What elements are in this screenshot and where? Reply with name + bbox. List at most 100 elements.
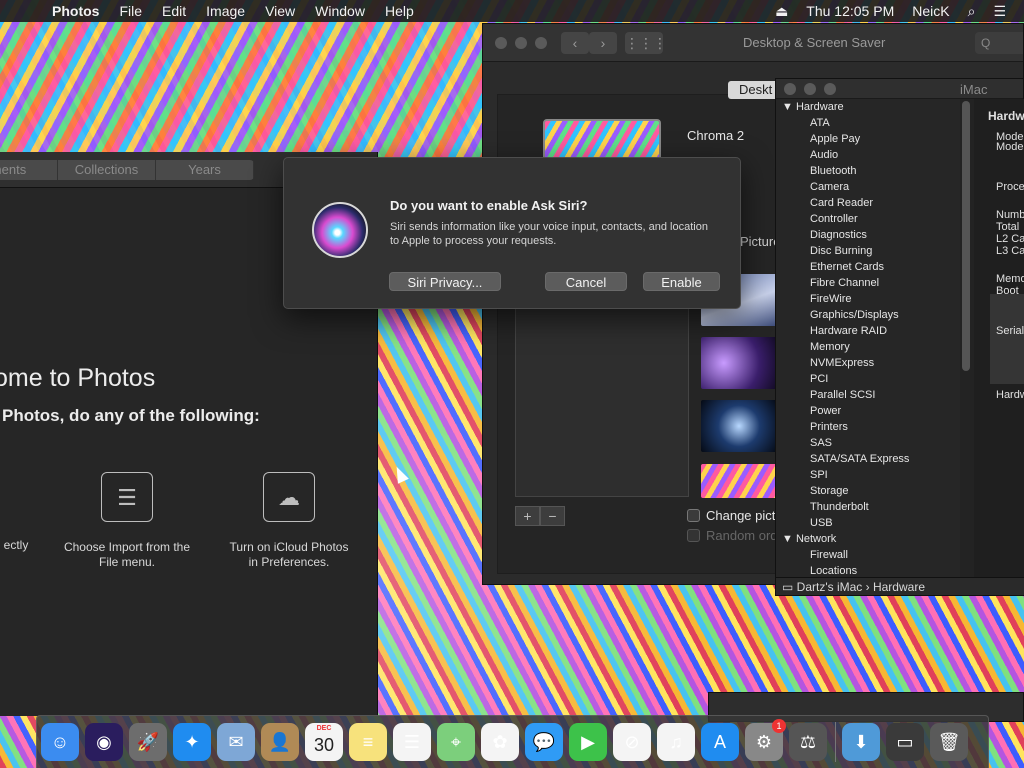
tree-item[interactable]: Diagnostics	[776, 227, 960, 243]
tab-desktop[interactable]: Deskt	[728, 81, 778, 99]
system-information-icon[interactable]: ⚖	[789, 723, 827, 761]
remove-folder-button[interactable]: −	[540, 506, 565, 526]
tree-scrollbar[interactable]	[962, 101, 970, 371]
menu-file[interactable]: File	[119, 3, 142, 19]
tree-item[interactable]: Fibre Channel	[776, 275, 960, 291]
sysinfo-zoom-button[interactable]	[824, 83, 836, 95]
ask-siri-dialog: Do you want to enable Ask Siri? Siri sen…	[283, 157, 741, 309]
dock-glyph: ⚖	[799, 731, 817, 752]
tree-item[interactable]: SPI	[776, 467, 960, 483]
wallpaper-option-flowers[interactable]	[701, 400, 777, 452]
details-highlight-panel	[990, 294, 1024, 384]
minimize-button[interactable]	[515, 37, 527, 49]
trash-icon[interactable]: 🗑	[930, 723, 968, 761]
menu-image[interactable]: Image	[206, 3, 245, 19]
menu-help[interactable]: Help	[385, 3, 414, 19]
messages-icon[interactable]: 💬	[525, 723, 563, 761]
sysinfo-close-button[interactable]	[784, 83, 796, 95]
tab-moments[interactable]: ments	[0, 160, 58, 180]
tree-item[interactable]: SATA/SATA Express	[776, 451, 960, 467]
facetime-icon[interactable]: ▶	[569, 723, 607, 761]
system-preferences-icon[interactable]: ⚙ 1	[745, 719, 786, 761]
eject-icon[interactable]: ⏏	[775, 3, 788, 20]
tree-item[interactable]: Memory	[776, 339, 960, 355]
tree-item[interactable]: Card Reader	[776, 195, 960, 211]
menubar-clock[interactable]: Thu 12:05 PM	[806, 3, 894, 19]
tree-item[interactable]: Ethernet Cards	[776, 259, 960, 275]
enable-button[interactable]: Enable	[643, 272, 720, 291]
welcome-option-import: ☰ Choose Import from the File menu.	[52, 472, 202, 570]
photos-icon[interactable]: ✿	[481, 723, 519, 761]
menu-window[interactable]: Window	[315, 3, 365, 19]
tree-item[interactable]: Hardware RAID	[776, 323, 960, 339]
icloud-icon: ☁	[263, 472, 315, 522]
finder-icon[interactable]: ☺	[41, 723, 79, 761]
wallpaper-option-chroma[interactable]	[701, 464, 777, 498]
system-info-window-icon[interactable]: ▭	[886, 723, 924, 761]
tree-item[interactable]: Audio	[776, 147, 960, 163]
dock-glyph: 👤	[268, 731, 292, 752]
tree-item[interactable]: USB	[776, 515, 960, 531]
tree-item[interactable]: Apple Pay	[776, 131, 960, 147]
tree-item[interactable]: ATA	[776, 115, 960, 131]
calendar-icon[interactable]: DEC 30	[305, 723, 343, 761]
tree-category[interactable]: ▼ Network	[776, 531, 960, 547]
dock-glyph: ⊘	[624, 731, 640, 752]
app-store-icon[interactable]: A	[701, 723, 739, 761]
launchpad-icon[interactable]: 🚀	[129, 723, 167, 761]
tree-item[interactable]: Graphics/Displays	[776, 307, 960, 323]
prefs-search-field[interactable]: Q	[975, 32, 1023, 54]
menu-edit[interactable]: Edit	[162, 3, 186, 19]
tree-category[interactable]: ▼ Hardware	[776, 99, 960, 115]
spotlight-search-icon[interactable]: ⌕	[968, 3, 976, 20]
menu-app-name[interactable]: Photos	[52, 3, 99, 19]
path-text: Dartz's iMac › Hardware	[796, 580, 925, 594]
safari-icon[interactable]: ✦	[173, 723, 211, 761]
random-order-checkbox	[687, 529, 700, 542]
cancel-button[interactable]: Cancel	[545, 272, 627, 291]
back-button[interactable]: ‹	[561, 32, 589, 54]
tree-item[interactable]: Disc Burning	[776, 243, 960, 259]
siri-privacy-button[interactable]: Siri Privacy...	[389, 272, 501, 291]
dock-glyph: ◉	[96, 731, 112, 752]
menubar-user[interactable]: NeicK	[912, 3, 949, 19]
change-picture-checkbox-row[interactable]: Change pict	[687, 508, 775, 523]
music-icon[interactable]: ♫	[657, 723, 695, 761]
tab-years[interactable]: Years	[156, 160, 254, 180]
menu-view[interactable]: View	[265, 3, 295, 19]
siri-icon[interactable]: ◉	[85, 723, 123, 761]
change-picture-checkbox[interactable]	[687, 509, 700, 522]
notification-center-icon[interactable]: ☰	[993, 3, 1006, 20]
contacts-icon[interactable]: 👤	[261, 723, 299, 761]
tree-item[interactable]: SAS	[776, 435, 960, 451]
dock: ☺ ◉ 🚀 ✦ ✉ 👤 DEC 30 ≡ ☰ ⌖ ✿ 💬 ▶ ⊘ ♫ A ⚙ 1 ⚖ ⬇ ▭ 🗑	[36, 715, 989, 768]
forward-button[interactable]: ›	[589, 32, 617, 54]
wallpaper-option-purple[interactable]	[701, 337, 777, 389]
tree-item[interactable]: PCI	[776, 371, 960, 387]
mail-icon[interactable]: ✉	[217, 723, 255, 761]
tab-collections[interactable]: Collections	[58, 160, 156, 180]
downloads-folder-icon[interactable]: ⬇	[842, 723, 880, 761]
zoom-button[interactable]	[535, 37, 547, 49]
tree-item[interactable]: FireWire	[776, 291, 960, 307]
import-text-line1: Choose Import from the	[63, 540, 191, 554]
tree-item[interactable]: Locations	[776, 563, 960, 577]
notes-icon[interactable]: ≡	[349, 723, 387, 761]
sysinfo-minimize-button[interactable]	[804, 83, 816, 95]
tree-item[interactable]: NVMExpress	[776, 355, 960, 371]
tree-item[interactable]: Thunderbolt	[776, 499, 960, 515]
show-all-grid-icon[interactable]: ⋮⋮⋮	[625, 32, 667, 54]
tree-item[interactable]: Power	[776, 403, 960, 419]
tree-item[interactable]: Printers	[776, 419, 960, 435]
reminders-icon[interactable]: ☰	[393, 723, 431, 761]
maps-icon[interactable]: ⌖	[437, 723, 475, 761]
tree-item[interactable]: Bluetooth	[776, 163, 960, 179]
tree-item[interactable]: Firewall	[776, 547, 960, 563]
tree-item[interactable]: Camera	[776, 179, 960, 195]
tree-item[interactable]: Controller	[776, 211, 960, 227]
news-icon[interactable]: ⊘	[613, 723, 651, 761]
add-folder-button[interactable]: +	[515, 506, 540, 526]
tree-item[interactable]: Storage	[776, 483, 960, 499]
close-button[interactable]	[495, 37, 507, 49]
tree-item[interactable]: Parallel SCSI	[776, 387, 960, 403]
